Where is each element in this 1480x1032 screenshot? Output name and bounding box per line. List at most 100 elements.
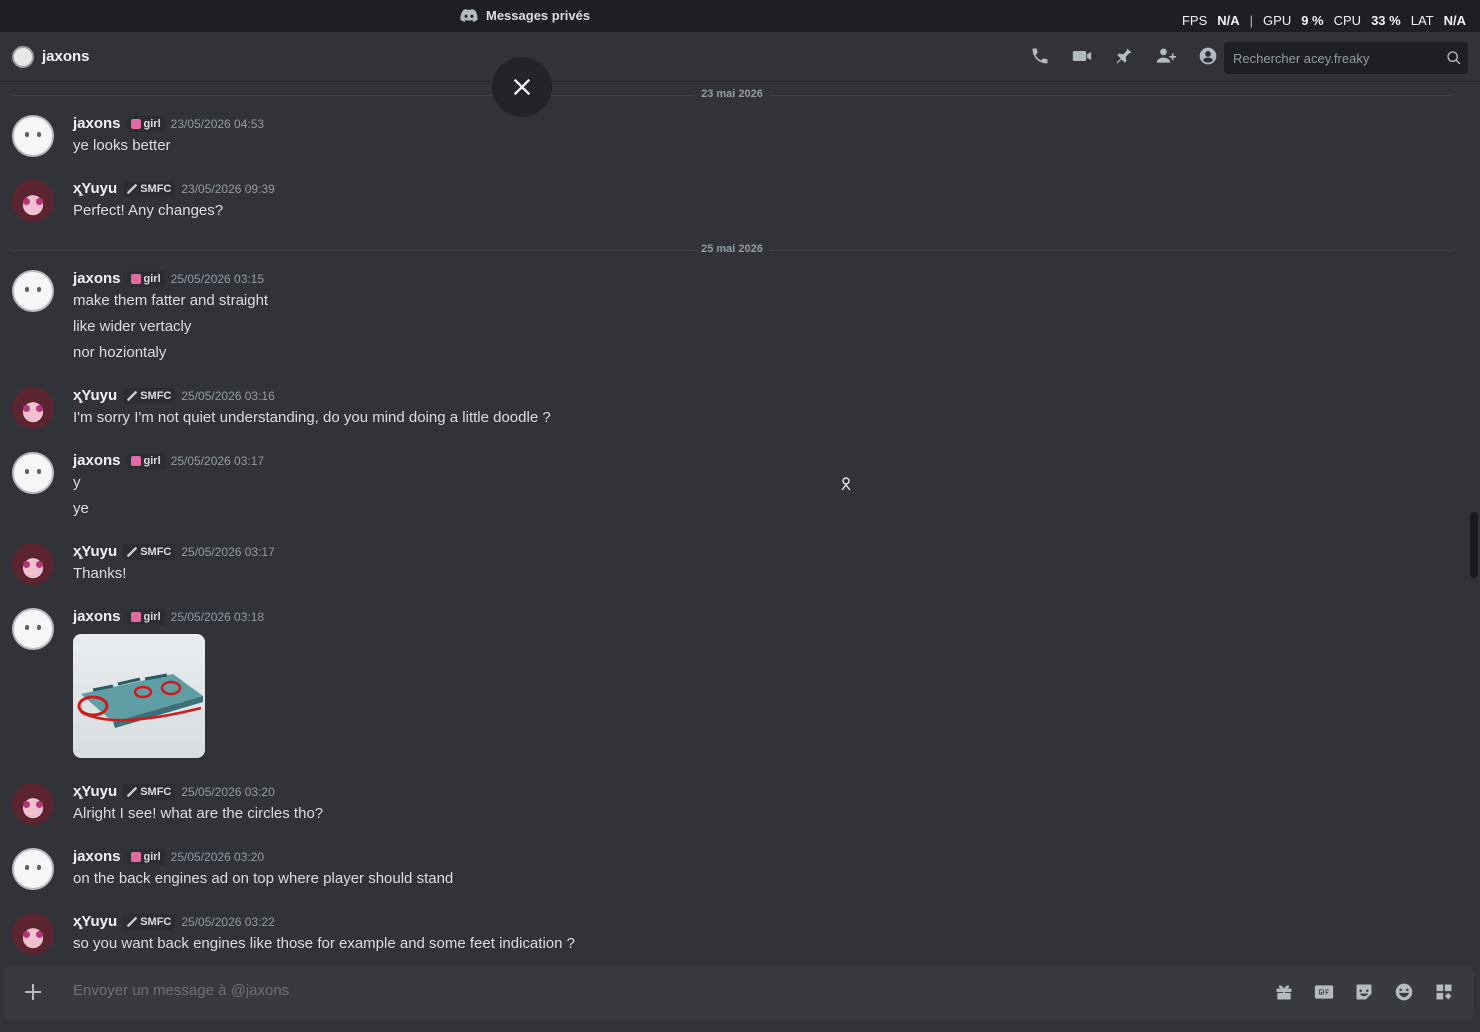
lat-label: LAT (1410, 13, 1434, 28)
user-tag: girl (126, 608, 165, 625)
emoji-icon (1395, 983, 1413, 1001)
add-member-icon[interactable] (1156, 46, 1176, 66)
sticker-button[interactable] (1354, 982, 1374, 1002)
gpu-label: GPU (1263, 13, 1292, 28)
dm-recipient-name[interactable]: jaxons (42, 48, 90, 65)
cursor-icon (840, 477, 852, 491)
gif-button[interactable] (1314, 982, 1334, 1002)
cpu-label: CPU (1333, 13, 1362, 28)
message-text: Thanks! (73, 565, 127, 582)
message-text: like wider vertacly (73, 318, 192, 335)
message-text: so you want back engines like those for … (73, 935, 575, 952)
image-attachment[interactable] (73, 634, 205, 758)
avatar[interactable] (12, 608, 54, 650)
user-tag: girl (126, 848, 165, 865)
message-header: jaxons girl 25/05/2026 03:17 (73, 452, 264, 469)
username[interactable]: jaxons (73, 270, 121, 287)
tag-icon (130, 851, 141, 862)
scrollbar-thumb[interactable] (1470, 512, 1478, 578)
avatar[interactable] (12, 913, 54, 955)
fps-value: N/A (1217, 13, 1240, 28)
avatar[interactable] (12, 452, 54, 494)
video-icon[interactable] (1072, 46, 1092, 66)
close-button[interactable] (492, 57, 552, 117)
avatar[interactable] (12, 387, 54, 429)
avatar[interactable] (12, 848, 54, 890)
avatar[interactable] (12, 783, 54, 825)
user-tag: girl (126, 270, 165, 287)
phone-icon[interactable] (1030, 46, 1050, 66)
timestamp: 25/05/2026 03:20 (170, 849, 265, 864)
avatar[interactable] (12, 180, 54, 222)
sword-icon (127, 916, 138, 927)
date-divider: 23 mai 2026 (12, 88, 1452, 100)
app-title: Messages privés (486, 8, 591, 23)
message-list: 23 mai 2026 jaxons girl 23/05/2026 04:53… (0, 83, 1480, 963)
emoji-button[interactable] (1394, 982, 1414, 1002)
tag-label: girl (143, 850, 161, 863)
timestamp: 23/05/2026 04:53 (170, 116, 265, 131)
message-header: ҳ̥Yuyu SMFC 23/05/2026 09:39 (73, 180, 275, 197)
tag-icon (130, 455, 141, 466)
apps-icon (1436, 984, 1452, 1000)
username[interactable]: ҳ̥Yuyu (73, 387, 117, 404)
date-divider-label: 23 mai 2026 (695, 88, 769, 100)
tag-label: SMFC (140, 182, 172, 195)
doodle-image (77, 673, 203, 728)
tag-icon (130, 273, 141, 284)
timestamp: 25/05/2026 03:20 (181, 784, 275, 799)
timestamp: 25/05/2026 03:16 (181, 388, 275, 403)
fps-label: FPS (1181, 13, 1208, 28)
username[interactable]: ҳ̥Yuyu (73, 783, 117, 800)
user-tag: SMFC (123, 783, 176, 800)
lat-value: N/A (1443, 13, 1466, 28)
message-header: ҳ̥Yuyu SMFC 25/05/2026 03:22 (73, 913, 275, 930)
tag-label: SMFC (140, 389, 172, 402)
username[interactable]: jaxons (73, 115, 121, 132)
sword-icon (127, 183, 138, 194)
gif-icon (1314, 985, 1334, 999)
gift-icon (1276, 985, 1292, 1000)
username[interactable]: jaxons (73, 848, 121, 865)
username[interactable]: ҳ̥Yuyu (73, 543, 117, 560)
avatar[interactable] (12, 115, 54, 157)
plus-icon (25, 984, 41, 1000)
tag-label: girl (143, 272, 161, 285)
username[interactable]: jaxons (73, 608, 121, 625)
gpu-value: 9 % (1301, 13, 1324, 28)
pin-icon[interactable] (1114, 46, 1134, 66)
message-text: Perfect! Any changes? (73, 202, 224, 219)
message-text: ye (73, 500, 89, 517)
tag-label: girl (143, 117, 161, 130)
timestamp: 25/05/2026 03:18 (170, 609, 265, 624)
sword-icon (127, 390, 138, 401)
profile-icon[interactable] (1198, 46, 1218, 66)
timestamp: 23/05/2026 09:39 (181, 181, 275, 196)
user-tag: girl (126, 115, 165, 132)
username[interactable]: ҳ̥Yuyu (73, 180, 117, 197)
avatar[interactable] (12, 270, 54, 312)
upload-button[interactable] (22, 981, 44, 1003)
timestamp: 25/05/2026 03:15 (170, 271, 265, 286)
tag-label: SMFC (140, 545, 172, 558)
user-tag: girl (126, 452, 165, 469)
dm-avatar[interactable] (12, 45, 34, 68)
message-input[interactable] (73, 982, 1073, 999)
username[interactable]: ҳ̥Yuyu (73, 913, 117, 930)
user-tag: SMFC (123, 543, 176, 560)
search-input[interactable] (1233, 50, 1433, 66)
dm-header: jaxons (0, 32, 1480, 82)
message-composer (4, 966, 1474, 1020)
sword-icon (127, 546, 138, 557)
gift-button[interactable] (1274, 982, 1294, 1002)
app-title-group: Messages privés (460, 8, 590, 23)
close-icon (513, 78, 531, 96)
apps-button[interactable] (1434, 982, 1454, 1002)
tag-icon (130, 118, 141, 129)
search-box[interactable] (1224, 42, 1468, 74)
avatar[interactable] (12, 543, 54, 585)
message-header: ҳ̥Yuyu SMFC 25/05/2026 03:17 (73, 543, 275, 560)
tag-label: SMFC (140, 785, 172, 798)
username[interactable]: jaxons (73, 452, 121, 469)
tag-label: girl (143, 610, 161, 623)
